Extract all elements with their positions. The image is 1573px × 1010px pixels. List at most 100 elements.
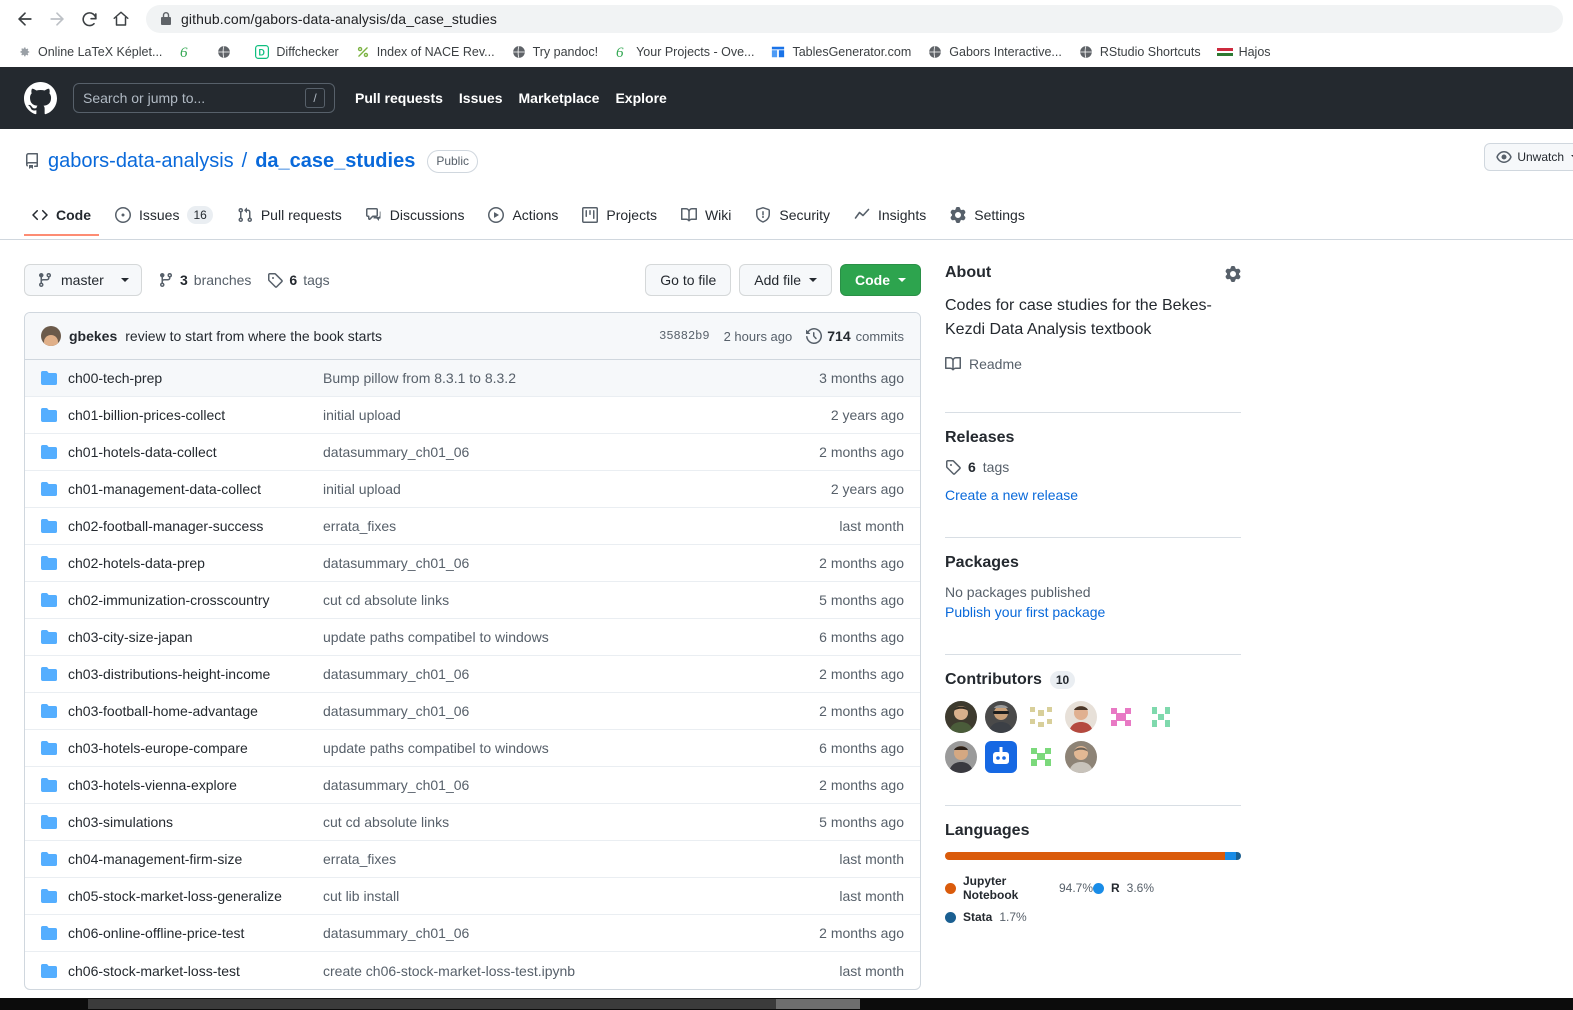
contributor-avatar-5[interactable] [1105,701,1137,733]
reload-icon[interactable] [74,4,104,34]
scrollbar-track[interactable] [88,999,776,1009]
bookmark-item[interactable] [208,41,246,63]
tags-link[interactable]: 6 tags [267,272,330,288]
file-name[interactable]: ch01-billion-prices-collect [68,407,323,423]
tab-actions[interactable]: Actions [480,199,566,236]
file-commit-message[interactable]: cut cd absolute links [323,814,819,830]
table-row[interactable]: ch06-stock-market-loss-test create ch06-… [25,952,920,989]
bookmark-item[interactable]: Hajos [1209,41,1279,63]
language-item-jupyter[interactable]: Jupyter Notebook 94.7% [945,874,1093,902]
table-row[interactable]: ch05-stock-market-loss-generalize cut li… [25,878,920,915]
repo-name-link[interactable]: da_case_studies [255,150,415,173]
code-button[interactable]: Code [840,264,921,296]
table-row[interactable]: ch03-city-size-japan update paths compat… [25,619,920,656]
file-commit-message[interactable]: initial upload [323,481,831,497]
file-commit-message[interactable]: cut lib install [323,888,839,904]
bookmark-item[interactable]: RStudio Shortcuts [1070,41,1209,63]
create-release-link[interactable]: Create a new release [945,487,1078,503]
commit-message[interactable]: review to start from where the book star… [125,328,382,344]
table-row[interactable]: ch06-online-offline-price-test datasumma… [25,915,920,952]
file-commit-message[interactable]: datasummary_ch01_06 [323,777,819,793]
commit-sha[interactable]: 35882b9 [659,329,709,343]
file-name[interactable]: ch06-online-offline-price-test [68,925,323,941]
contributor-avatar-6[interactable] [1145,701,1177,733]
table-row[interactable]: ch03-hotels-vienna-explore datasummary_c… [25,767,920,804]
forward-arrow-icon[interactable] [42,4,72,34]
scrollbar-thumb[interactable] [776,999,860,1009]
file-name[interactable]: ch03-distributions-height-income [68,666,323,682]
file-commit-message[interactable]: datasummary_ch01_06 [323,703,819,719]
bookmark-item[interactable]: 6 Your Projects - Ove... [606,41,762,63]
tab-wiki[interactable]: Wiki [673,199,739,236]
bookmark-item[interactable]: TablesGenerator.com [762,41,919,63]
contributor-avatar-7[interactable] [945,741,977,773]
file-name[interactable]: ch04-management-firm-size [68,851,323,867]
file-name[interactable]: ch03-hotels-europe-compare [68,740,323,756]
file-name[interactable]: ch03-football-home-advantage [68,703,323,719]
file-commit-message[interactable]: cut cd absolute links [323,592,819,608]
branch-selector[interactable]: master [24,264,142,296]
tab-security[interactable]: Security [747,199,838,236]
commit-author[interactable]: gbekes [69,328,117,344]
contributor-avatar-10[interactable] [1065,741,1097,773]
contributor-avatar-9[interactable] [1025,741,1057,773]
avatar[interactable] [41,326,61,346]
file-name[interactable]: ch02-hotels-data-prep [68,555,323,571]
unwatch-button[interactable]: Unwatch [1484,143,1573,171]
table-row[interactable]: ch03-distributions-height-income datasum… [25,656,920,693]
table-row[interactable]: ch04-management-firm-size errata_fixes l… [25,841,920,878]
horizontal-scrollbar[interactable] [0,998,1573,1010]
repo-owner-link[interactable]: gabors-data-analysis [48,150,234,173]
commits-link[interactable]: 714 commits [806,328,904,344]
file-name[interactable]: ch01-management-data-collect [68,481,323,497]
language-bar-segment-stata[interactable] [1235,852,1241,860]
file-name[interactable]: ch01-hotels-data-collect [68,444,323,460]
table-row[interactable]: ch01-management-data-collect initial upl… [25,471,920,508]
file-commit-message[interactable]: update paths compatibel to windows [323,629,819,645]
file-name[interactable]: ch02-immunization-crosscountry [68,592,323,608]
file-commit-message[interactable]: datasummary_ch01_06 [323,444,819,460]
nav-issues[interactable]: Issues [459,90,503,106]
nav-pull-requests[interactable]: Pull requests [355,90,443,106]
file-commit-message[interactable]: datasummary_ch01_06 [323,555,819,571]
language-bar-segment-jupyter[interactable] [945,852,1226,860]
file-name[interactable]: ch03-hotels-vienna-explore [68,777,323,793]
nav-marketplace[interactable]: Marketplace [519,90,600,106]
file-commit-message[interactable]: initial upload [323,407,831,423]
nav-explore[interactable]: Explore [615,90,666,106]
bookmark-item[interactable]: Index of NACE Rev... [347,41,503,63]
contributor-avatar-8[interactable] [985,741,1017,773]
file-commit-message[interactable]: errata_fixes [323,518,839,534]
table-row[interactable]: ch03-football-home-advantage datasummary… [25,693,920,730]
github-mark-icon[interactable] [24,81,57,115]
contributor-avatar-2[interactable] [985,701,1017,733]
add-file-button[interactable]: Add file [739,264,832,296]
language-item-stata[interactable]: Stata 1.7% [945,910,1093,924]
tab-pull-requests[interactable]: Pull requests [229,199,350,236]
table-row[interactable]: ch02-football-manager-success errata_fix… [25,508,920,545]
bookmark-item[interactable]: Try pandoc! [503,41,607,63]
file-name[interactable]: ch05-stock-market-loss-generalize [68,888,323,904]
tab-projects[interactable]: Projects [574,199,665,236]
branches-link[interactable]: 3 branches [158,272,251,288]
table-row[interactable]: ch01-hotels-data-collect datasummary_ch0… [25,434,920,471]
language-bar-segment-r[interactable] [1225,852,1236,860]
file-name[interactable]: ch03-city-size-japan [68,629,323,645]
file-name[interactable]: ch00-tech-prep [68,370,323,386]
address-bar[interactable]: github.com/gabors-data-analysis/da_case_… [146,5,1563,33]
go-to-file-button[interactable]: Go to file [645,264,732,296]
file-commit-message[interactable]: datasummary_ch01_06 [323,925,819,941]
language-item-r[interactable]: R 3.6% [1093,874,1241,902]
file-commit-message[interactable]: datasummary_ch01_06 [323,666,819,682]
table-row[interactable]: ch03-hotels-europe-compare update paths … [25,730,920,767]
tab-issues[interactable]: Issues 16 [107,198,221,237]
tab-settings[interactable]: Settings [942,199,1033,236]
file-name[interactable]: ch02-football-manager-success [68,518,323,534]
table-row[interactable]: ch01-billion-prices-collect initial uplo… [25,397,920,434]
releases-tags-link[interactable]: 6 tags [945,459,1241,475]
tab-code[interactable]: Code [24,199,99,236]
home-icon[interactable] [106,4,136,34]
table-row[interactable]: ch03-simulations cut cd absolute links 5… [25,804,920,841]
file-commit-message[interactable]: Bump pillow from 8.3.1 to 8.3.2 [323,370,819,386]
gear-icon[interactable] [1225,266,1241,282]
